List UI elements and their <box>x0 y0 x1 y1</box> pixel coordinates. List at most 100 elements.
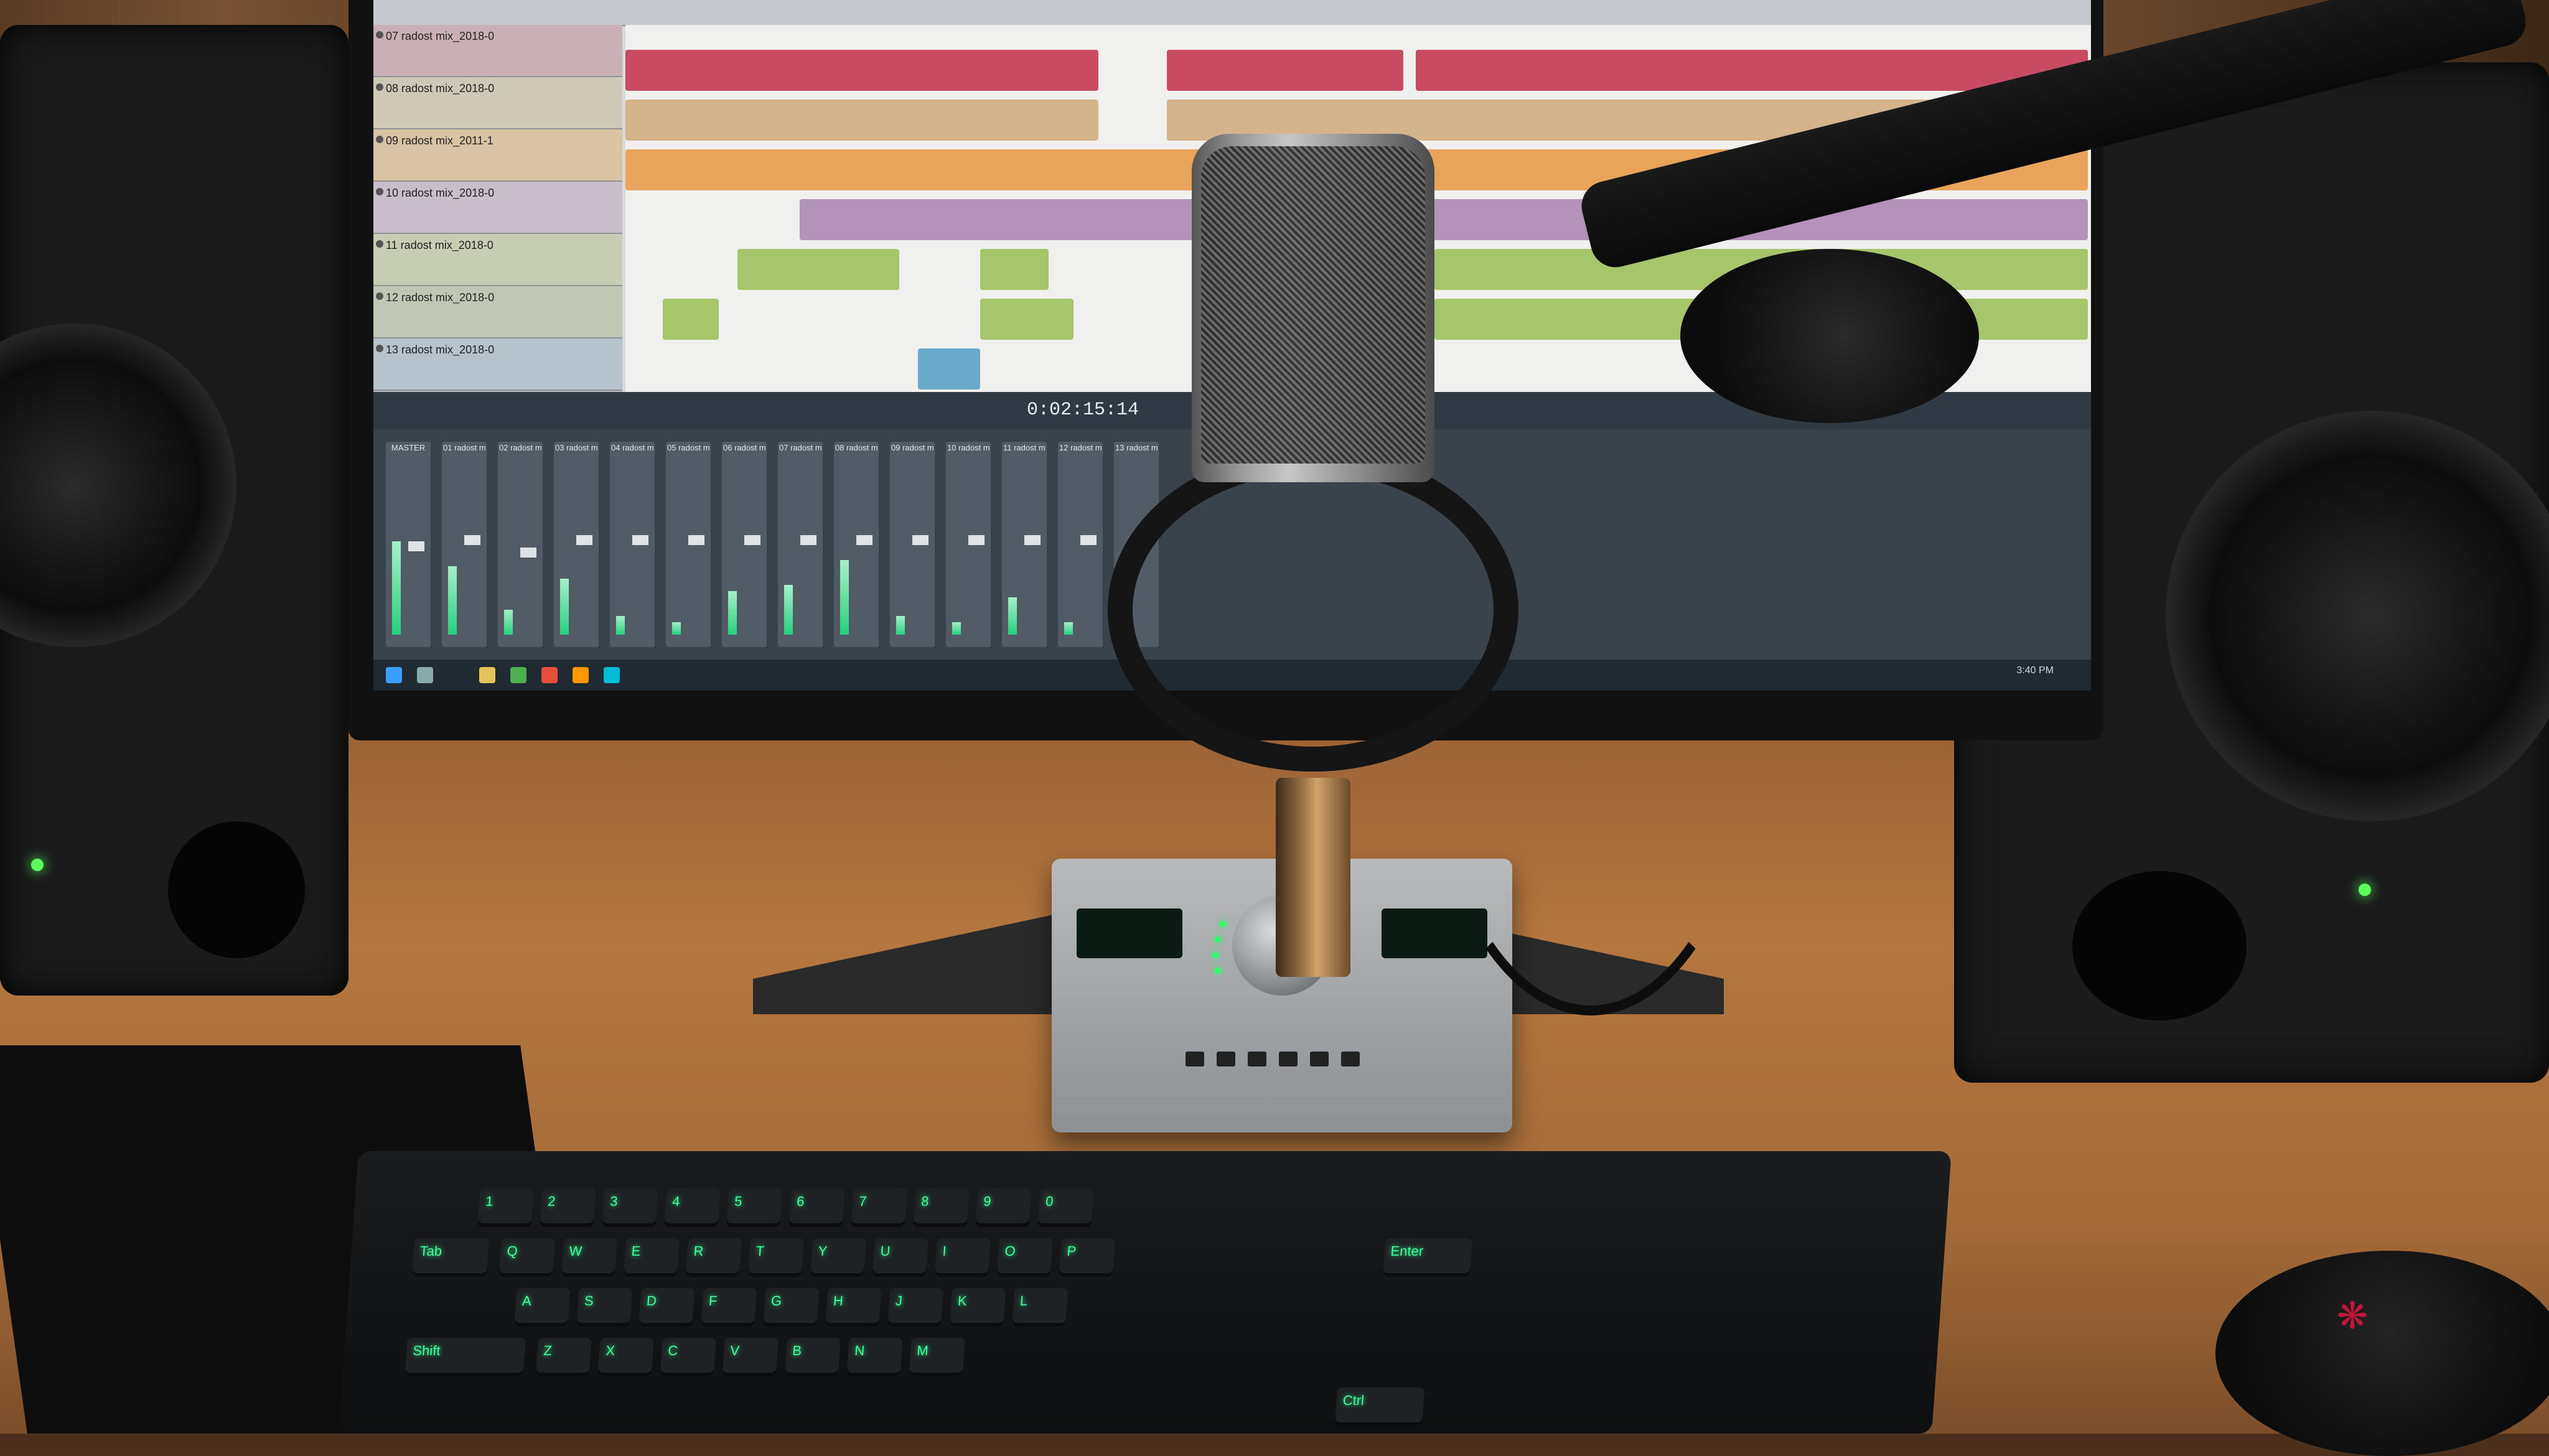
mixer-strip[interactable]: 07 radost mix <box>778 442 823 647</box>
keyboard-key[interactable]: G <box>763 1288 820 1327</box>
record-arm-icon[interactable] <box>376 345 383 352</box>
keyboard-key[interactable]: Tab <box>411 1238 490 1277</box>
browser-icon[interactable] <box>510 667 526 683</box>
fader-handle[interactable] <box>800 535 816 545</box>
track-header[interactable]: 09 radost mix_2011-1 <box>373 129 622 182</box>
track-header[interactable]: 08 radost mix_2018-0 <box>373 77 622 129</box>
keyboard-key[interactable]: Enter <box>1382 1238 1473 1277</box>
keyboard-key[interactable]: B <box>784 1338 841 1376</box>
track-header[interactable]: 13 radost mix_2018-0 <box>373 338 622 391</box>
keyboard-key[interactable]: L <box>1012 1288 1069 1327</box>
timeline-ruler[interactable] <box>373 0 2091 26</box>
interface-button[interactable] <box>1186 1052 1204 1066</box>
audio-clip[interactable] <box>625 50 1098 91</box>
audio-clip[interactable] <box>663 299 719 340</box>
interface-button[interactable] <box>1279 1052 1298 1066</box>
mixer-strip[interactable]: 04 radost mi <box>610 442 655 647</box>
track-header[interactable]: 11 radost mix_2018-0 <box>373 234 622 286</box>
audio-clip[interactable] <box>1167 50 1403 91</box>
keyboard-key[interactable]: C <box>660 1338 716 1376</box>
fader-handle[interactable] <box>576 535 592 545</box>
record-arm-icon[interactable] <box>376 83 383 91</box>
keyboard-key[interactable]: O <box>996 1238 1054 1277</box>
mixer-strip[interactable]: 12 radost mix <box>1058 442 1103 647</box>
keyboard-key[interactable]: Z <box>535 1338 592 1376</box>
mouse[interactable] <box>2215 1251 2549 1456</box>
fader-handle[interactable] <box>464 535 480 545</box>
fader-handle[interactable] <box>688 535 704 545</box>
audio-clip[interactable] <box>980 249 1049 290</box>
keyboard-key[interactable]: D <box>638 1288 695 1327</box>
record-arm-icon[interactable] <box>376 188 383 195</box>
keyboard-key[interactable]: E <box>623 1238 680 1277</box>
mixer-strip[interactable]: 10 radost mi <box>946 442 991 647</box>
keyboard-key[interactable]: 5 <box>726 1188 783 1227</box>
keyboard-key[interactable]: X <box>597 1338 654 1376</box>
folder-icon[interactable] <box>479 667 495 683</box>
mixer-strip[interactable]: 03 radost mix <box>554 442 599 647</box>
mixer-strip[interactable]: 06 radost mi <box>722 442 767 647</box>
keyboard-key[interactable]: M <box>909 1338 965 1376</box>
keyboard-key[interactable]: H <box>825 1288 882 1327</box>
keyboard-key[interactable]: 2 <box>540 1188 596 1227</box>
track-header[interactable]: 12 radost mix_2018-0 <box>373 286 622 338</box>
interface-button[interactable] <box>1341 1052 1360 1066</box>
keyboard-key[interactable]: J <box>887 1288 944 1327</box>
keyboard-key[interactable]: T <box>747 1238 805 1277</box>
mixer-strip[interactable]: 11 radost mix <box>1002 442 1047 647</box>
audio-clip[interactable] <box>1416 50 2088 91</box>
keyboard-key[interactable]: S <box>576 1288 633 1327</box>
keyboard-key[interactable]: I <box>934 1238 991 1277</box>
keyboard-key[interactable]: A <box>514 1288 571 1327</box>
keyboard-key[interactable]: 1 <box>477 1188 534 1227</box>
fader-handle[interactable] <box>1080 535 1097 545</box>
keyboard-key[interactable]: K <box>950 1288 1006 1327</box>
mixer-strip[interactable]: 02 radost mix <box>498 442 543 647</box>
keyboard-key[interactable]: 0 <box>1037 1188 1094 1227</box>
keyboard-key[interactable]: 7 <box>851 1188 907 1227</box>
keyboard-key[interactable]: 4 <box>664 1188 721 1227</box>
search-icon[interactable] <box>417 667 433 683</box>
mixer-strip[interactable]: MASTER <box>386 442 431 647</box>
keyboard-key[interactable]: P <box>1059 1238 1116 1277</box>
fader-handle[interactable] <box>744 535 760 545</box>
interface-button[interactable] <box>1217 1052 1235 1066</box>
keyboard-key[interactable]: N <box>846 1338 903 1376</box>
mixer-strip[interactable]: 09 radost mi <box>890 442 935 647</box>
keyboard-key[interactable]: 6 <box>788 1188 845 1227</box>
record-arm-icon[interactable] <box>376 240 383 248</box>
interface-button[interactable] <box>1310 1052 1329 1066</box>
interface-button[interactable] <box>1248 1052 1266 1066</box>
fader-handle[interactable] <box>968 535 985 545</box>
audio-clip[interactable] <box>800 199 2088 240</box>
start-icon[interactable] <box>386 667 402 683</box>
mixer-strip[interactable]: 05 radost mi <box>666 442 711 647</box>
keyboard-key[interactable]: 9 <box>975 1188 1032 1227</box>
keyboard-key[interactable]: F <box>701 1288 757 1327</box>
audio-clip[interactable] <box>625 100 1098 141</box>
keyboard-key[interactable]: 3 <box>602 1188 658 1227</box>
keyboard-key[interactable]: 8 <box>913 1188 970 1227</box>
fader-handle[interactable] <box>856 535 872 545</box>
keyboard-key[interactable]: Ctrl <box>1334 1388 1425 1426</box>
fader-handle[interactable] <box>408 541 424 551</box>
keyboard-key[interactable]: R <box>685 1238 742 1277</box>
fader-handle[interactable] <box>912 535 928 545</box>
track-header[interactable]: 10 radost mix_2018-0 <box>373 182 622 234</box>
fader-handle[interactable] <box>520 548 536 558</box>
keyboard-key[interactable]: U <box>872 1238 929 1277</box>
keyboard-key[interactable]: W <box>561 1238 618 1277</box>
record-arm-icon[interactable] <box>376 292 383 300</box>
keyboard-key[interactable]: Y <box>810 1238 867 1277</box>
audio-clip[interactable] <box>980 299 1073 340</box>
mixer-strip[interactable]: 01 radost mix <box>442 442 487 647</box>
track-header[interactable]: 07 radost mix_2018-0 <box>373 25 622 77</box>
app-icon[interactable] <box>541 667 558 683</box>
keyboard-key[interactable]: Q <box>498 1238 556 1277</box>
audio-clip[interactable] <box>918 348 980 390</box>
fader-handle[interactable] <box>632 535 648 545</box>
fader-handle[interactable] <box>1024 535 1041 545</box>
app-icon[interactable] <box>604 667 620 683</box>
keyboard-key[interactable]: V <box>722 1338 779 1376</box>
record-arm-icon[interactable] <box>376 136 383 143</box>
